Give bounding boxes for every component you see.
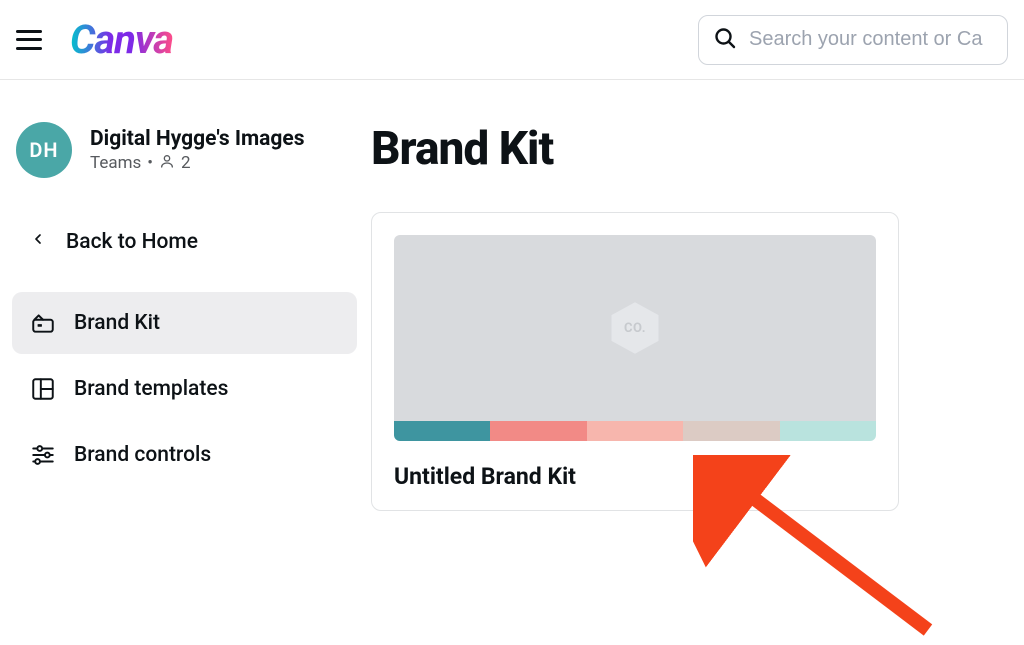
sidebar: DH Digital Hygge's Images Teams • 2	[0, 122, 365, 511]
team-name: Digital Hygge's Images	[90, 127, 305, 151]
controls-icon	[30, 442, 56, 468]
page-title: Brand Kit	[371, 122, 1024, 176]
palette-color	[490, 421, 586, 441]
color-palette-strip	[394, 421, 876, 441]
sidebar-item-label: Brand Kit	[74, 311, 160, 335]
canva-logo[interactable]: Canva	[70, 16, 173, 63]
main-content: Brand Kit CO. Untitled Brand Kit	[365, 122, 1024, 511]
chevron-left-icon	[30, 228, 46, 256]
brand-kit-card[interactable]: CO. Untitled Brand Kit	[371, 212, 899, 511]
sidebar-item-label: Brand controls	[74, 443, 211, 467]
team-avatar: DH	[16, 122, 72, 178]
back-label: Back to Home	[66, 230, 198, 254]
search-input[interactable]	[749, 28, 993, 51]
templates-icon	[30, 376, 56, 402]
palette-color	[780, 421, 876, 441]
sidebar-item-brand-kit[interactable]: Brand Kit	[12, 292, 357, 354]
team-info[interactable]: DH Digital Hygge's Images Teams • 2	[12, 122, 365, 178]
sidebar-item-brand-templates[interactable]: Brand templates	[12, 358, 357, 420]
body: DH Digital Hygge's Images Teams • 2	[0, 80, 1024, 511]
app-header: Canva	[0, 0, 1024, 80]
search-bar[interactable]	[698, 15, 1008, 65]
search-icon	[713, 26, 737, 54]
team-meta: Teams • 2	[90, 153, 305, 174]
brand-kit-name: Untitled Brand Kit	[394, 463, 876, 490]
menu-button[interactable]	[16, 30, 42, 50]
sidebar-item-label: Brand templates	[74, 377, 228, 401]
placeholder-logo-icon: CO.	[607, 300, 663, 356]
brand-preview: CO.	[394, 235, 876, 421]
people-icon	[159, 153, 175, 174]
brand-kit-icon	[30, 310, 56, 336]
back-to-home[interactable]: Back to Home	[12, 212, 365, 272]
palette-color	[683, 421, 779, 441]
palette-color	[394, 421, 490, 441]
palette-color	[587, 421, 683, 441]
sidebar-item-brand-controls[interactable]: Brand controls	[12, 424, 357, 486]
